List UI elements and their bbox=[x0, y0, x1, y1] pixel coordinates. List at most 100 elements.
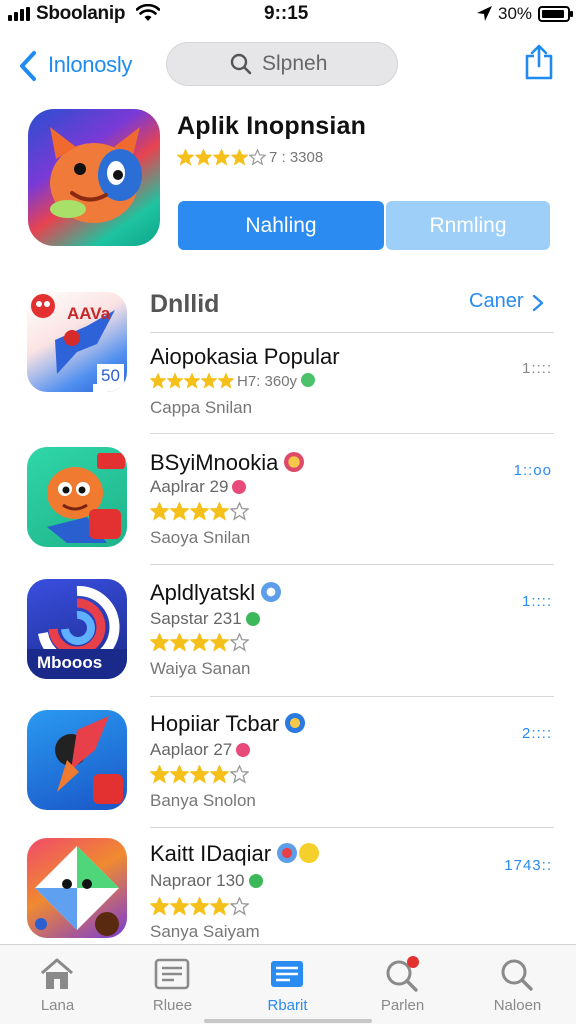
tab-label: Rbarit bbox=[267, 997, 308, 1014]
tab-search[interactable]: Naloen bbox=[460, 945, 575, 1024]
app-name: Kaitt IDaqiar bbox=[150, 841, 320, 867]
star-icon bbox=[210, 764, 229, 784]
rating-count: H7: 360y bbox=[237, 372, 298, 390]
app-subtitle: Aaplaor 27 bbox=[150, 740, 251, 760]
award-badge-icon bbox=[284, 452, 305, 473]
home-indicator bbox=[204, 1019, 372, 1023]
globe-badge-icon bbox=[285, 713, 306, 734]
star-rating bbox=[177, 148, 267, 166]
battery-percent: 30% bbox=[498, 4, 533, 23]
star-icon bbox=[249, 148, 266, 166]
app-rating: H7: 360y bbox=[150, 372, 316, 390]
star-icon bbox=[218, 373, 234, 389]
news-icon bbox=[154, 958, 190, 990]
divider bbox=[150, 827, 554, 828]
primary-action-button[interactable]: Nahling bbox=[178, 201, 384, 250]
app-subtitle-text: Aaplrar 29 bbox=[150, 477, 229, 496]
rating-count: 7 : 3308 bbox=[269, 148, 324, 166]
app-icon-badge: 50 bbox=[97, 364, 124, 388]
app-name: BSyiMnookia bbox=[150, 450, 305, 476]
app-status[interactable]: 1:::: bbox=[522, 593, 552, 610]
app-icon: AAVa 50 bbox=[27, 292, 127, 392]
app-subtitle-text: Sapstar 231 bbox=[150, 609, 242, 628]
globe-badge-icon bbox=[277, 843, 298, 864]
app-subtitle-text: Napraor 130 bbox=[150, 871, 245, 890]
apps-icon bbox=[271, 961, 303, 987]
battery-icon bbox=[538, 6, 573, 22]
wifi-icon bbox=[136, 4, 160, 21]
search-icon bbox=[230, 53, 252, 75]
app-icon-label: AAVa bbox=[67, 304, 111, 323]
app-developer: Saoya Snilan bbox=[150, 528, 251, 547]
hero-app-icon[interactable] bbox=[28, 109, 160, 246]
tab-news[interactable]: Rluee bbox=[115, 945, 230, 1024]
star-icon bbox=[150, 373, 166, 389]
star-icon bbox=[150, 632, 169, 652]
back-button[interactable]: Inlonosly bbox=[48, 52, 132, 78]
rocket-icon bbox=[55, 716, 123, 804]
star-rating bbox=[150, 373, 235, 389]
home-icon bbox=[41, 958, 73, 989]
app-developer: Waiya Sanan bbox=[150, 659, 251, 678]
verified-badge-icon bbox=[248, 873, 263, 888]
nav-bar: Inlonosly Slpneh bbox=[0, 40, 576, 90]
star-icon bbox=[213, 148, 230, 166]
tab-updates[interactable]: Parlen bbox=[345, 945, 460, 1024]
secondary-action-button[interactable]: Rnmling bbox=[386, 201, 550, 250]
tab-apps[interactable]: Rbarit bbox=[230, 945, 345, 1024]
star-icon bbox=[231, 148, 248, 166]
star-icon bbox=[230, 632, 249, 652]
app-status[interactable]: 1743:: bbox=[504, 857, 552, 874]
star-icon bbox=[150, 501, 169, 521]
app-name-text: Hopiiar Tcbar bbox=[150, 711, 280, 736]
star-icon bbox=[184, 373, 200, 389]
star-rating bbox=[150, 764, 250, 784]
search-field[interactable]: Slpneh bbox=[166, 42, 398, 86]
app-name-text: Apldlyatskl bbox=[150, 580, 256, 605]
star-icon bbox=[150, 896, 169, 916]
app-icon-label: Mbooos bbox=[37, 653, 103, 672]
battery-level bbox=[542, 10, 564, 18]
star-icon bbox=[190, 764, 209, 784]
app-developer: Banya Snolon bbox=[150, 791, 256, 810]
app-icon[interactable]: Mbooos bbox=[27, 579, 127, 679]
status-bar: Sboolanip 9::15 30% bbox=[0, 0, 576, 30]
signal-icon bbox=[8, 7, 32, 21]
verified-badge-icon bbox=[301, 373, 316, 387]
divider bbox=[150, 433, 554, 434]
tab-label: Lana bbox=[40, 997, 75, 1014]
star-icon bbox=[190, 896, 209, 916]
app-status[interactable]: 2:::: bbox=[522, 725, 552, 742]
share-icon[interactable] bbox=[524, 44, 554, 80]
app-icon[interactable] bbox=[27, 710, 127, 810]
app-icon[interactable] bbox=[27, 447, 127, 547]
fox-mascot-icon bbox=[50, 127, 142, 223]
tab-label: Rluee bbox=[152, 997, 193, 1014]
clock: 9::15 bbox=[264, 3, 309, 24]
star-icon bbox=[195, 148, 212, 166]
star-icon bbox=[190, 501, 209, 521]
star-rating bbox=[150, 632, 250, 652]
star-rating bbox=[150, 896, 250, 916]
search-icon bbox=[501, 959, 533, 991]
search-placeholder: Slpneh bbox=[262, 52, 328, 75]
star-icon bbox=[167, 373, 183, 389]
star-icon bbox=[201, 373, 217, 389]
app-status[interactable]: 1:::: bbox=[522, 360, 552, 377]
globe-badge-icon bbox=[261, 582, 282, 603]
star-icon bbox=[210, 896, 229, 916]
diamond-mascot-icon bbox=[35, 846, 119, 936]
app-subtitle: Sapstar 231 bbox=[150, 609, 260, 629]
app-name-text: Kaitt IDaqiar bbox=[150, 841, 272, 866]
star-icon bbox=[230, 896, 249, 916]
star-icon bbox=[177, 148, 194, 166]
app-status[interactable]: 1::oo bbox=[514, 462, 552, 479]
tab-home[interactable]: Lana bbox=[0, 945, 115, 1024]
star-icon bbox=[170, 896, 189, 916]
hero-rating: 7 : 3308 bbox=[177, 148, 323, 166]
search-badge-icon bbox=[386, 956, 419, 992]
app-icon[interactable] bbox=[27, 838, 127, 938]
back-chevron-icon[interactable] bbox=[18, 50, 38, 82]
app-name: Hopiiar Tcbar bbox=[150, 711, 306, 737]
app-rating bbox=[150, 764, 250, 784]
